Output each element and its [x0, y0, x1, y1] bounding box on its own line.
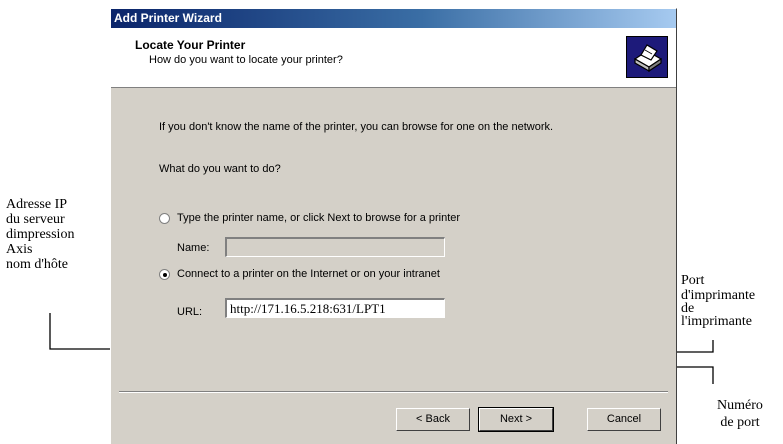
name-input[interactable] — [227, 239, 444, 257]
url-field[interactable] — [225, 298, 445, 318]
question-text: What do you want to do? — [159, 163, 281, 175]
annot-line: Adresse IP — [6, 197, 68, 212]
add-printer-wizard-window: Add Printer Wizard Locate Your Printer H… — [110, 8, 677, 444]
header-subtitle: How do you want to locate your printer? — [149, 54, 343, 66]
radio-connect-internet[interactable] — [159, 269, 170, 280]
cancel-button[interactable]: Cancel — [587, 408, 661, 431]
url-input[interactable] — [227, 300, 444, 318]
annot-line: du serveur — [6, 212, 65, 227]
radio-selected-dot — [163, 273, 167, 277]
header-title: Locate Your Printer — [135, 38, 246, 52]
option-connect-internet-label[interactable]: Connect to a printer on the Internet or … — [177, 268, 440, 280]
annot-line: Axis — [6, 242, 33, 257]
next-button[interactable]: Next > — [478, 407, 554, 432]
annot-line: l'imprimante — [681, 314, 752, 329]
back-button[interactable]: < Back — [396, 408, 470, 431]
window-title: Add Printer Wizard — [114, 11, 222, 25]
name-field-label: Name: — [177, 242, 210, 254]
name-field[interactable] — [225, 237, 445, 257]
annot-line: de — [681, 301, 695, 316]
title-bar[interactable]: Add Printer Wizard — [111, 9, 676, 28]
annot-line: dimpression — [6, 227, 75, 242]
url-field-label: URL: — [177, 306, 203, 318]
radio-type-printer-name[interactable] — [159, 213, 170, 224]
ip-address-annotation: Adresse IP du serveur dimpression Axis n… — [6, 197, 74, 272]
port-number-annotation: Numéro de port — [700, 397, 780, 431]
bottom-separator — [119, 391, 668, 393]
annot-line: Numéro — [717, 398, 763, 413]
wizard-header: Locate Your Printer How do you want to l… — [111, 28, 676, 88]
intro-text: If you don't know the name of the printe… — [159, 121, 554, 133]
option-type-name-label[interactable]: Type the printer name, or click Next to … — [177, 212, 460, 224]
printer-port-annotation: Port d'imprimante de l'imprimante — [681, 273, 755, 329]
annot-line: nom d'hôte — [6, 257, 69, 272]
annot-line: Port — [681, 273, 705, 288]
printer-icon — [626, 36, 668, 78]
annot-line: de port — [720, 415, 760, 430]
